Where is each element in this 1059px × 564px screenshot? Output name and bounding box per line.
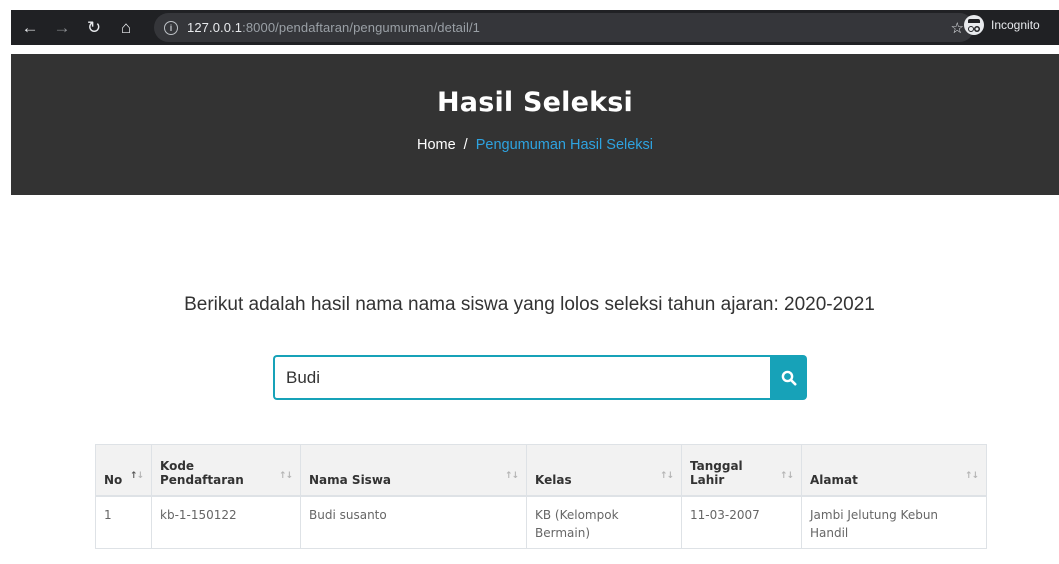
cell-alamat: Jambi Jelutung Kebun Handil [801, 495, 987, 549]
reload-icon[interactable]: ↻ [83, 17, 105, 39]
column-header-nama-siswa[interactable]: Nama Siswa ↑↓ [300, 444, 527, 497]
breadcrumb: Home / Pengumuman Hasil Seleksi [11, 137, 1059, 153]
cell-no: 1 [95, 495, 152, 549]
breadcrumb-home-link[interactable]: Home [417, 137, 456, 153]
home-icon[interactable]: ⌂ [115, 17, 137, 39]
column-header-tanggal-lahir[interactable]: Tanggal Lahir ↑↓ [681, 444, 802, 497]
search-input[interactable] [273, 355, 770, 400]
browser-toolbar: ← → ↻ ⌂ i 127.0.0.1:8000/pendaftaran/pen… [11, 10, 1059, 45]
incognito-icon [964, 15, 984, 35]
sort-icon[interactable]: ↑↓ [130, 471, 144, 481]
cell-kode: kb-1-150122 [151, 495, 301, 549]
column-header-kode-pendaftaran[interactable]: Kode Pendaftaran ↑↓ [151, 444, 301, 497]
incognito-indicator[interactable]: Incognito [964, 15, 1040, 35]
results-table-container: No ↑↓ Kode Pendaftaran ↑↓ Nama Siswa ↑↓ … [95, 444, 987, 549]
column-header-no[interactable]: No ↑↓ [95, 444, 152, 497]
forward-icon[interactable]: → [51, 17, 73, 39]
back-icon[interactable]: ← [19, 17, 41, 39]
results-table: No ↑↓ Kode Pendaftaran ↑↓ Nama Siswa ↑↓ … [95, 444, 987, 549]
column-header-kelas[interactable]: Kelas ↑↓ [526, 444, 682, 497]
column-header-alamat[interactable]: Alamat ↑↓ [801, 444, 987, 497]
cell-tanggal: 11-03-2007 [681, 495, 802, 549]
incognito-label: Incognito [991, 18, 1040, 32]
sort-icon[interactable]: ↑↓ [780, 471, 794, 481]
info-icon[interactable]: i [164, 20, 178, 35]
search-icon [781, 370, 796, 385]
cell-nama: Budi susanto [300, 495, 527, 549]
intro-text: Berikut adalah hasil nama nama siswa yan… [184, 294, 875, 315]
search-button[interactable] [770, 355, 807, 400]
url-text[interactable]: 127.0.0.1:8000/pendaftaran/pengumuman/de… [187, 20, 480, 35]
table-header-row: No ↑↓ Kode Pendaftaran ↑↓ Nama Siswa ↑↓ … [95, 444, 987, 497]
page-header: Hasil Seleksi Home / Pengumuman Hasil Sele… [11, 54, 1059, 195]
table-row: 1 kb-1-150122 Budi susanto KB (Kelompok … [95, 495, 987, 549]
sort-icon[interactable]: ↑↓ [279, 471, 293, 481]
sort-icon[interactable]: ↑↓ [660, 471, 674, 481]
cell-kelas: KB (Kelompok Bermain) [526, 495, 682, 549]
browser-chrome: ← → ↻ ⌂ i 127.0.0.1:8000/pendaftaran/pen… [0, 0, 1059, 48]
search-bar [273, 355, 807, 400]
address-bar[interactable]: i 127.0.0.1:8000/pendaftaran/pengumuman/… [154, 13, 974, 42]
breadcrumb-current: Pengumuman Hasil Seleksi [475, 137, 654, 153]
sort-icon[interactable]: ↑↓ [505, 471, 519, 481]
breadcrumb-separator: / [463, 137, 468, 153]
bookmark-star-icon[interactable]: ☆ [951, 19, 964, 37]
sort-icon[interactable]: ↑↓ [965, 471, 979, 481]
page-title: Hasil Seleksi [436, 87, 633, 118]
